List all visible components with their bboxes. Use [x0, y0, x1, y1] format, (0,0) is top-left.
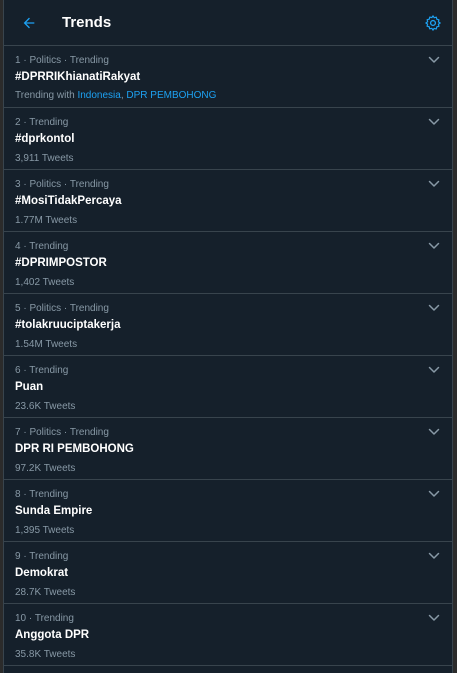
trend-name: DPR RI PEMBOHONG: [15, 443, 134, 455]
trend-item[interactable]: 6 · Trending Puan 23.6K Tweets: [4, 356, 452, 418]
trending-with-link[interactable]: Indonesia: [77, 90, 120, 101]
trend-meta: 4 · Trending: [15, 241, 69, 252]
tweet-count: 28.7K Tweets: [15, 587, 76, 598]
trend-name: #tolakruuciptakerja: [15, 319, 121, 331]
trend-meta: 2 · Trending: [15, 117, 69, 128]
tweet-count: 23.6K Tweets: [15, 401, 76, 412]
trend-meta: 8 · Trending: [15, 489, 69, 500]
trend-name: #DPRRIKhianatiRakyat: [15, 71, 141, 83]
trend-meta: 7 · Politics · Trending: [15, 427, 109, 438]
trend-meta: 6 · Trending: [15, 365, 69, 376]
tweet-count: 1,402 Tweets: [15, 277, 75, 288]
trend-meta: 3 · Politics · Trending: [15, 179, 109, 190]
trend-name: Demokrat: [15, 567, 69, 579]
trend-item[interactable]: 1 · Politics · Trending #DPRRIKhianatiRak…: [4, 46, 452, 108]
back-button[interactable]: [18, 12, 40, 34]
trend-name: Sunda Empire: [15, 505, 93, 517]
chevron-down-icon[interactable]: [428, 180, 440, 188]
trend-item[interactable]: 5 · Politics · Trending #tolakruuciptaker…: [4, 294, 452, 356]
trend-item[interactable]: 10 · Trending Anggota DPR 35.8K Tweets: [4, 604, 452, 666]
trending-with: Trending with Indonesia, DPR PEMBOHONG: [15, 90, 217, 101]
trend-item[interactable]: 9 · Trending Demokrat 28.7K Tweets: [4, 542, 452, 604]
chevron-down-icon[interactable]: [428, 428, 440, 436]
trend-item[interactable]: 4 · Trending #DPRIMPOSTOR 1,402 Tweets: [4, 232, 452, 294]
header: Trends: [4, 0, 452, 46]
trend-list: 1 · Politics · Trending #DPRRIKhianatiRak…: [4, 46, 452, 666]
trend-meta: 1 · Politics · Trending: [15, 55, 109, 66]
settings-button[interactable]: [424, 14, 442, 32]
chevron-down-icon[interactable]: [428, 304, 440, 312]
trend-item[interactable]: 8 · Trending Sunda Empire 1,395 Tweets: [4, 480, 452, 542]
arrow-left-icon: [23, 17, 35, 28]
trend-name: Puan: [15, 381, 44, 393]
trend-meta: 10 · Trending: [15, 613, 74, 624]
trend-item[interactable]: 7 · Politics · Trending DPR RI PEMBOHONG 9…: [4, 418, 452, 480]
tweet-count: 1,395 Tweets: [15, 525, 75, 536]
trend-name: Anggota DPR: [15, 629, 90, 641]
tweet-count: 97.2K Tweets: [15, 463, 76, 474]
trend-name: #DPRIMPOSTOR: [15, 257, 107, 269]
chevron-down-icon[interactable]: [428, 242, 440, 250]
trend-item[interactable]: 3 · Politics · Trending #MosiTidakPercaya…: [4, 170, 452, 232]
trends-panel: Trends 1 · Politics · Trending #DPRRIKhia…: [3, 0, 453, 673]
trending-with-link[interactable]: DPR PEMBOHONG: [126, 90, 216, 101]
chevron-down-icon[interactable]: [428, 552, 440, 560]
tweet-count: 1.54M Tweets: [15, 339, 78, 350]
tweet-count: 1.77M Tweets: [15, 215, 78, 226]
chevron-down-icon[interactable]: [428, 118, 440, 126]
tweet-count: 3,911 Tweets: [15, 153, 74, 164]
trend-meta: 5 · Politics · Trending: [15, 303, 109, 314]
chevron-down-icon[interactable]: [428, 614, 440, 622]
chevron-down-icon[interactable]: [428, 366, 440, 374]
trend-meta: 9 · Trending: [15, 551, 69, 562]
chevron-down-icon[interactable]: [428, 56, 440, 64]
gear-icon: [425, 15, 441, 31]
chevron-down-icon[interactable]: [428, 490, 440, 498]
trending-with-label: Trending with: [15, 90, 75, 101]
page-title: Trends: [62, 14, 112, 31]
trend-name: #MosiTidakPercaya: [15, 195, 122, 207]
trend-item[interactable]: 2 · Trending #dprkontol 3,911 Tweets: [4, 108, 452, 170]
trend-name: #dprkontol: [15, 133, 75, 145]
tweet-count: 35.8K Tweets: [15, 649, 76, 660]
